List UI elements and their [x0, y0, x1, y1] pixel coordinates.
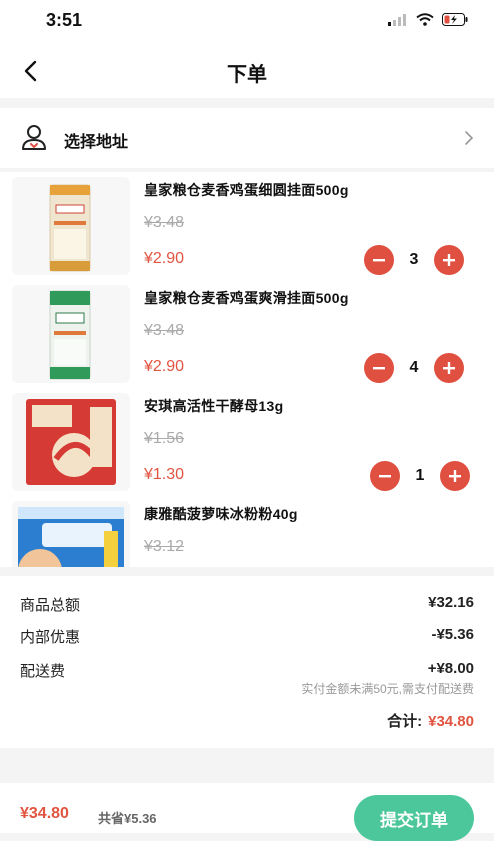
product-item: 皇家粮仓麦香鸡蛋爽滑挂面500g ¥3.48 ¥2.90 4	[0, 280, 494, 388]
quantity-value: 4	[409, 359, 419, 376]
order-total: 合计: ¥34.80	[387, 710, 474, 731]
bottom-total-price: ¥34.80	[20, 805, 69, 822]
product-original-price: ¥3.12	[144, 538, 185, 555]
bottom-bar: ¥34.80 共省¥5.36 提交订单	[0, 783, 494, 841]
product-original-price: ¥1.56	[144, 430, 185, 447]
quantity-stepper: 3	[364, 245, 464, 275]
total-value: ¥34.80	[428, 713, 474, 730]
chevron-right-icon	[465, 131, 474, 145]
product-image	[12, 177, 130, 275]
product-image	[12, 285, 130, 383]
quantity-value: 1	[415, 467, 425, 484]
plus-icon	[443, 362, 455, 374]
product-price: ¥2.90	[144, 250, 185, 267]
total-label: 合计:	[387, 713, 423, 730]
product-original-price: ¥3.48	[144, 322, 185, 339]
product-name: 康雅酷菠萝味冰粉粉40g	[144, 506, 298, 522]
status-time: 3:51	[46, 10, 83, 30]
address-selector[interactable]: 选择地址	[0, 108, 494, 168]
product-price: ¥1.30	[144, 466, 185, 483]
discount-row: 内部优惠 -¥5.36	[20, 626, 474, 648]
minus-icon	[373, 367, 385, 370]
increase-button[interactable]	[434, 353, 464, 383]
product-price: ¥2.90	[144, 358, 185, 375]
product-name: 安琪高活性干酵母13g	[144, 398, 284, 414]
submit-order-button[interactable]: 提交订单	[354, 795, 474, 841]
wifi-icon	[416, 13, 434, 26]
product-item: 安琪高活性干酵母13g ¥1.56 ¥1.30 1	[0, 388, 494, 496]
increase-button[interactable]	[440, 461, 470, 491]
address-label: 选择地址	[64, 134, 129, 151]
product-name: 皇家粮仓麦香鸡蛋爽滑挂面500g	[144, 290, 349, 306]
decrease-button[interactable]	[364, 353, 394, 383]
discount-value: -¥5.36	[431, 626, 474, 643]
product-image	[12, 393, 130, 491]
increase-button[interactable]	[434, 245, 464, 275]
status-icons	[388, 13, 468, 26]
delivery-fee-value: +¥8.00	[427, 660, 474, 677]
quantity-stepper: 1	[370, 461, 470, 491]
minus-icon	[373, 259, 385, 262]
delivery-note: 实付金额未满50元,需支付配送费	[301, 682, 474, 696]
goods-total-row: 商品总额 ¥32.16	[20, 594, 474, 616]
discount-label: 内部优惠	[20, 629, 81, 646]
product-original-price: ¥3.48	[144, 214, 185, 231]
status-bar: 3:51	[0, 0, 494, 44]
product-item: 皇家粮仓麦香鸡蛋细圆挂面500g ¥3.48 ¥2.90 3	[0, 172, 494, 280]
page-title: 下单	[227, 64, 267, 86]
delivery-fee-label: 配送费	[20, 663, 66, 680]
product-item: 康雅酷菠萝味冰粉粉40g ¥3.12	[0, 496, 494, 567]
decrease-button[interactable]	[370, 461, 400, 491]
saved-amount: 共省¥5.36	[98, 811, 157, 826]
goods-total-label: 商品总额	[20, 597, 81, 614]
battery-charging-icon	[442, 13, 468, 26]
product-image	[12, 501, 130, 567]
plus-icon	[443, 254, 455, 266]
product-name: 皇家粮仓麦香鸡蛋细圆挂面500g	[144, 182, 349, 198]
goods-total-value: ¥32.16	[428, 594, 474, 611]
order-summary: 商品总额 ¥32.16 内部优惠 -¥5.36 配送费 +¥8.00 实付金额未…	[0, 576, 494, 748]
delivery-fee-row: 配送费 +¥8.00	[20, 660, 474, 682]
decrease-button[interactable]	[364, 245, 394, 275]
minus-icon	[379, 475, 391, 478]
quantity-stepper: 4	[364, 353, 464, 383]
quantity-value: 3	[409, 251, 419, 268]
product-list: 皇家粮仓麦香鸡蛋细圆挂面500g ¥3.48 ¥2.90 3 皇家粮仓麦香鸡蛋爽…	[0, 172, 494, 567]
signal-icon	[388, 13, 406, 26]
address-person-icon	[22, 125, 46, 150]
plus-icon	[449, 470, 461, 482]
nav-bar: 下单	[0, 44, 494, 98]
